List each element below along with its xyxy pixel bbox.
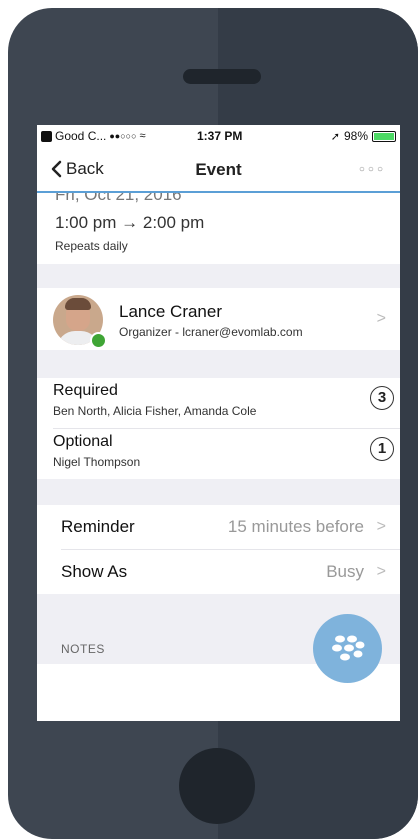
status-time: 1:37 PM bbox=[197, 129, 243, 143]
signal-icon: ●●○○○ bbox=[109, 131, 137, 141]
organizer-subtitle: Organizer - lcraner@evomlab.com bbox=[119, 325, 303, 339]
wifi-icon: ≈ bbox=[139, 130, 146, 142]
chevron-right-icon: > bbox=[376, 563, 386, 580]
optional-title: Optional bbox=[53, 433, 113, 450]
presence-indicator bbox=[90, 332, 107, 349]
optional-names: Nigel Thompson bbox=[53, 455, 141, 469]
home-button[interactable] bbox=[179, 748, 255, 824]
reminder-value: 15 minutes before bbox=[227, 517, 364, 536]
show-as-value: Busy bbox=[326, 562, 364, 581]
section-separator bbox=[37, 479, 400, 505]
required-names: Ben North, Alicia Fisher, Amanda Cole bbox=[53, 404, 257, 418]
status-app-name: Good C... bbox=[55, 129, 107, 143]
optional-attendees[interactable]: Optional Nigel Thompson 1 bbox=[37, 429, 400, 479]
required-count-badge: 3 bbox=[370, 386, 394, 410]
battery-percent: 98% bbox=[343, 129, 368, 143]
required-attendees[interactable]: Required Ben North, Alicia Fisher, Amand… bbox=[37, 378, 400, 428]
organizer-name: Lance Craner bbox=[119, 302, 223, 321]
battery-fill bbox=[374, 132, 394, 140]
section-separator bbox=[37, 264, 400, 288]
status-bar: Good C... ●●○○○ ≈ 1:37 PM ➚ 98% bbox=[37, 125, 400, 147]
notes-label: NOTES bbox=[61, 642, 105, 656]
nav-bar: Back Event ○○○ bbox=[37, 147, 400, 193]
phone-speaker bbox=[183, 69, 261, 84]
app-icon bbox=[41, 130, 52, 142]
organizer-row[interactable]: Lance Craner Organizer - lcraner@evomlab… bbox=[37, 288, 400, 350]
show-as-label: Show As bbox=[61, 562, 128, 581]
more-options-icon[interactable]: ○○○ bbox=[359, 164, 386, 175]
app-screen: Good C... ●●○○○ ≈ 1:37 PM ➚ 98% Back Eve… bbox=[37, 125, 400, 721]
required-title: Required bbox=[53, 382, 118, 399]
page-title: Event bbox=[195, 160, 242, 179]
location-icon: ➚ bbox=[330, 130, 340, 143]
chevron-right-icon: > bbox=[376, 518, 386, 535]
event-recurrence: Repeats daily bbox=[55, 239, 128, 253]
section-separator bbox=[37, 350, 400, 378]
battery-icon bbox=[372, 130, 396, 142]
chevron-right-icon: > bbox=[376, 310, 386, 327]
blackberry-fab-button[interactable] bbox=[313, 614, 382, 683]
event-time-range: 1:00 pm → 2:00 pm bbox=[55, 213, 205, 232]
reminder-label: Reminder bbox=[61, 517, 135, 536]
blackberry-logo-icon bbox=[332, 635, 365, 661]
reminder-row[interactable]: Reminder 15 minutes before > bbox=[37, 505, 400, 549]
show-as-row[interactable]: Show As Busy > bbox=[37, 550, 400, 594]
optional-count-badge: 1 bbox=[370, 437, 394, 461]
